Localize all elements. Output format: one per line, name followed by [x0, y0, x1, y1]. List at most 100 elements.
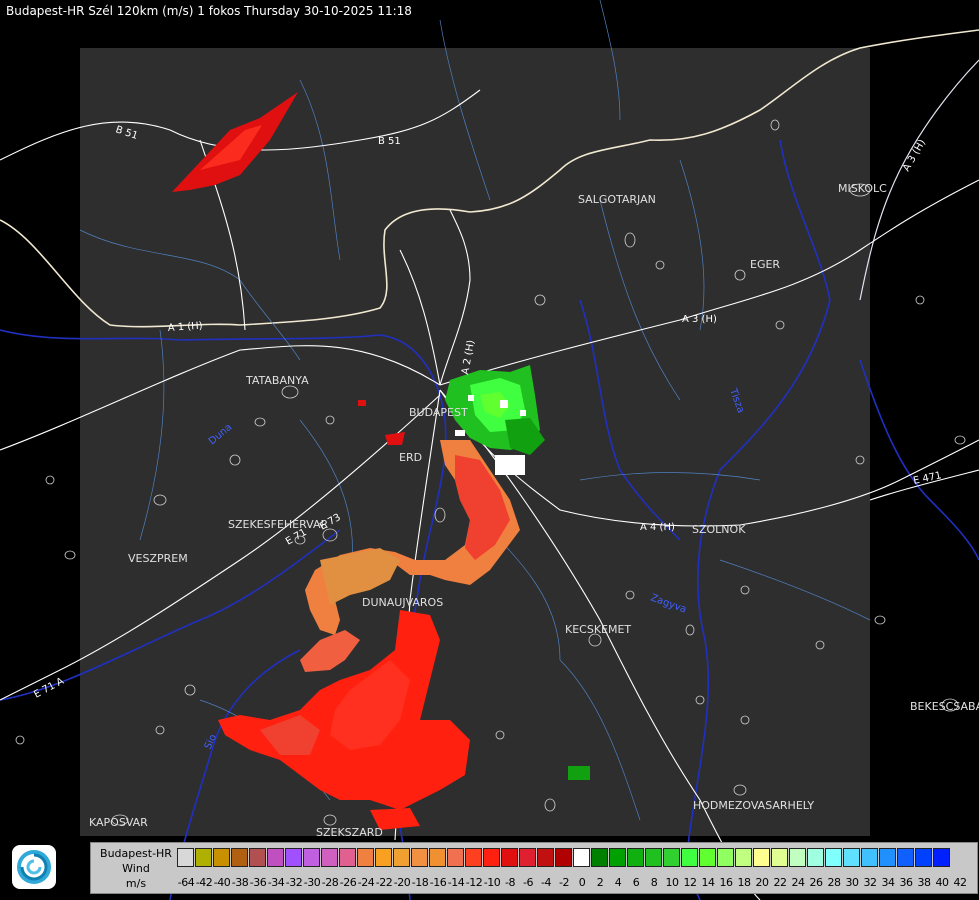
- legend-unit: m/s: [125, 876, 147, 890]
- legend-tick-label: -32: [285, 876, 303, 889]
- legend-swatch: [753, 848, 770, 867]
- legend-swatch: [411, 848, 428, 867]
- legend-tick-label: 26: [809, 876, 824, 889]
- city-eger: EGER: [750, 258, 780, 271]
- city-kecskemet: KECSKEMET: [565, 623, 631, 636]
- map-title: Budapest-HR Szél 120km (m/s) 1 fokos Thu…: [6, 4, 412, 18]
- legend-swatch: [843, 848, 860, 867]
- legend-tick-label: -30: [303, 876, 321, 889]
- legend-tick-label: 18: [737, 876, 752, 889]
- legend-swatch: [429, 848, 446, 867]
- legend-tick-label: 4: [614, 876, 622, 889]
- legend-tick-label: -28: [321, 876, 339, 889]
- legend-tick-label: 16: [719, 876, 734, 889]
- legend-tick-label: -12: [465, 876, 483, 889]
- legend-swatch: [213, 848, 230, 867]
- legend-tick-label: 8: [650, 876, 658, 889]
- legend-tick-label: -36: [249, 876, 267, 889]
- city-tatabanya: TATABANYA: [245, 374, 309, 387]
- city-bekescsaba: BEKESCSABA: [910, 700, 979, 713]
- legend-tick-label: 32: [863, 876, 878, 889]
- legend-swatch: [483, 848, 500, 867]
- legend-swatch: [339, 848, 356, 867]
- legend-tick-label: 2: [596, 876, 604, 889]
- road-label-b51-east: B 51: [378, 136, 401, 147]
- legend-tick-label: 22: [773, 876, 788, 889]
- legend-quantity: Wind: [122, 861, 150, 875]
- road-label-a3-ne: A 3 (H): [901, 138, 928, 174]
- legend-tick-label: 10: [665, 876, 680, 889]
- legend-tick-label: -26: [339, 876, 357, 889]
- legend-swatch: [879, 848, 896, 867]
- road-label-a3: A 3 (H): [682, 314, 717, 325]
- legend-tick-label: -18: [411, 876, 429, 889]
- legend-tick-label: -16: [429, 876, 447, 889]
- legend-swatch: [771, 848, 788, 867]
- city-salgotarjan: SALGOTARJAN: [578, 193, 656, 206]
- legend-swatch: [195, 848, 212, 867]
- legend-tick-label: 38: [917, 876, 932, 889]
- legend-tick-label: -10: [483, 876, 501, 889]
- legend-swatch: [681, 848, 698, 867]
- legend-swatch: [375, 848, 392, 867]
- legend-swatch: [807, 848, 824, 867]
- legend-tick-label: -22: [375, 876, 393, 889]
- city-dunaujvaros: DUNAUJVAROS: [362, 596, 443, 609]
- legend-tick-label: 12: [683, 876, 698, 889]
- legend-tick-label: -38: [231, 876, 249, 889]
- legend: Budapest-HR Wind m/s -64 -42 -40 -38 -36 -34-…: [90, 842, 978, 894]
- legend-swatch: [177, 848, 194, 867]
- legend-swatches: [177, 848, 951, 870]
- legend-tick-label: -4: [541, 876, 551, 889]
- legend-tick-label: -42: [195, 876, 213, 889]
- legend-tick-label: -8: [505, 876, 515, 889]
- legend-tick-label: -2: [559, 876, 569, 889]
- legend-swatch: [249, 848, 266, 867]
- legend-swatch: [465, 848, 482, 867]
- legend-tick-label: -34: [267, 876, 285, 889]
- legend-swatch: [447, 848, 464, 867]
- legend-swatch: [357, 848, 374, 867]
- legend-swatch: [735, 848, 752, 867]
- legend-swatch: [609, 848, 626, 867]
- legend-tick-label: 6: [632, 876, 640, 889]
- legend-swatch: [321, 848, 338, 867]
- road-label-a4: A 4 (H): [640, 522, 675, 533]
- legend-tick-label: 34: [881, 876, 896, 889]
- city-erd: ERD: [399, 451, 422, 464]
- legend-tick-label: -14: [447, 876, 465, 889]
- legend-swatch: [267, 848, 284, 867]
- city-szekesfehervar: SZEKESFEHERVAR: [228, 518, 329, 531]
- legend-tick-label: -24: [357, 876, 375, 889]
- legend-swatch: [825, 848, 842, 867]
- city-budapest: BUDAPEST: [409, 406, 468, 419]
- city-miskolc: MISKOLC: [838, 182, 887, 195]
- city-kaposvar: KAPOSVAR: [89, 816, 148, 829]
- legend-swatch: [645, 848, 662, 867]
- legend-tick-label: 14: [701, 876, 716, 889]
- legend-tick-label: 36: [899, 876, 914, 889]
- river-east: [859, 359, 979, 561]
- legend-swatch: [501, 848, 518, 867]
- legend-swatch: [573, 848, 590, 867]
- city-veszprem: VESZPREM: [128, 552, 188, 565]
- legend-tick-label: 24: [791, 876, 806, 889]
- road-label-e71-sw: E 71 A: [32, 676, 66, 701]
- legend-swatch: [591, 848, 608, 867]
- legend-swatch: [231, 848, 248, 867]
- country-border-east: [859, 59, 979, 301]
- legend-swatch: [555, 848, 572, 867]
- legend-swatch: [897, 848, 914, 867]
- legend-title: Budapest-HR Wind m/s: [91, 843, 181, 893]
- legend-swatch: [303, 848, 320, 867]
- legend-swatch: [519, 848, 536, 867]
- legend-tick-label: 40: [935, 876, 950, 889]
- legend-swatch: [537, 848, 554, 867]
- legend-swatch: [717, 848, 734, 867]
- city-szolnok: SZOLNOK: [692, 523, 746, 536]
- legend-radar-name: Budapest-HR: [100, 846, 172, 860]
- legend-swatch: [789, 848, 806, 867]
- legend-swatch: [627, 848, 644, 867]
- legend-tick-label: -6: [523, 876, 533, 889]
- legend-tick-label: 42: [953, 876, 968, 889]
